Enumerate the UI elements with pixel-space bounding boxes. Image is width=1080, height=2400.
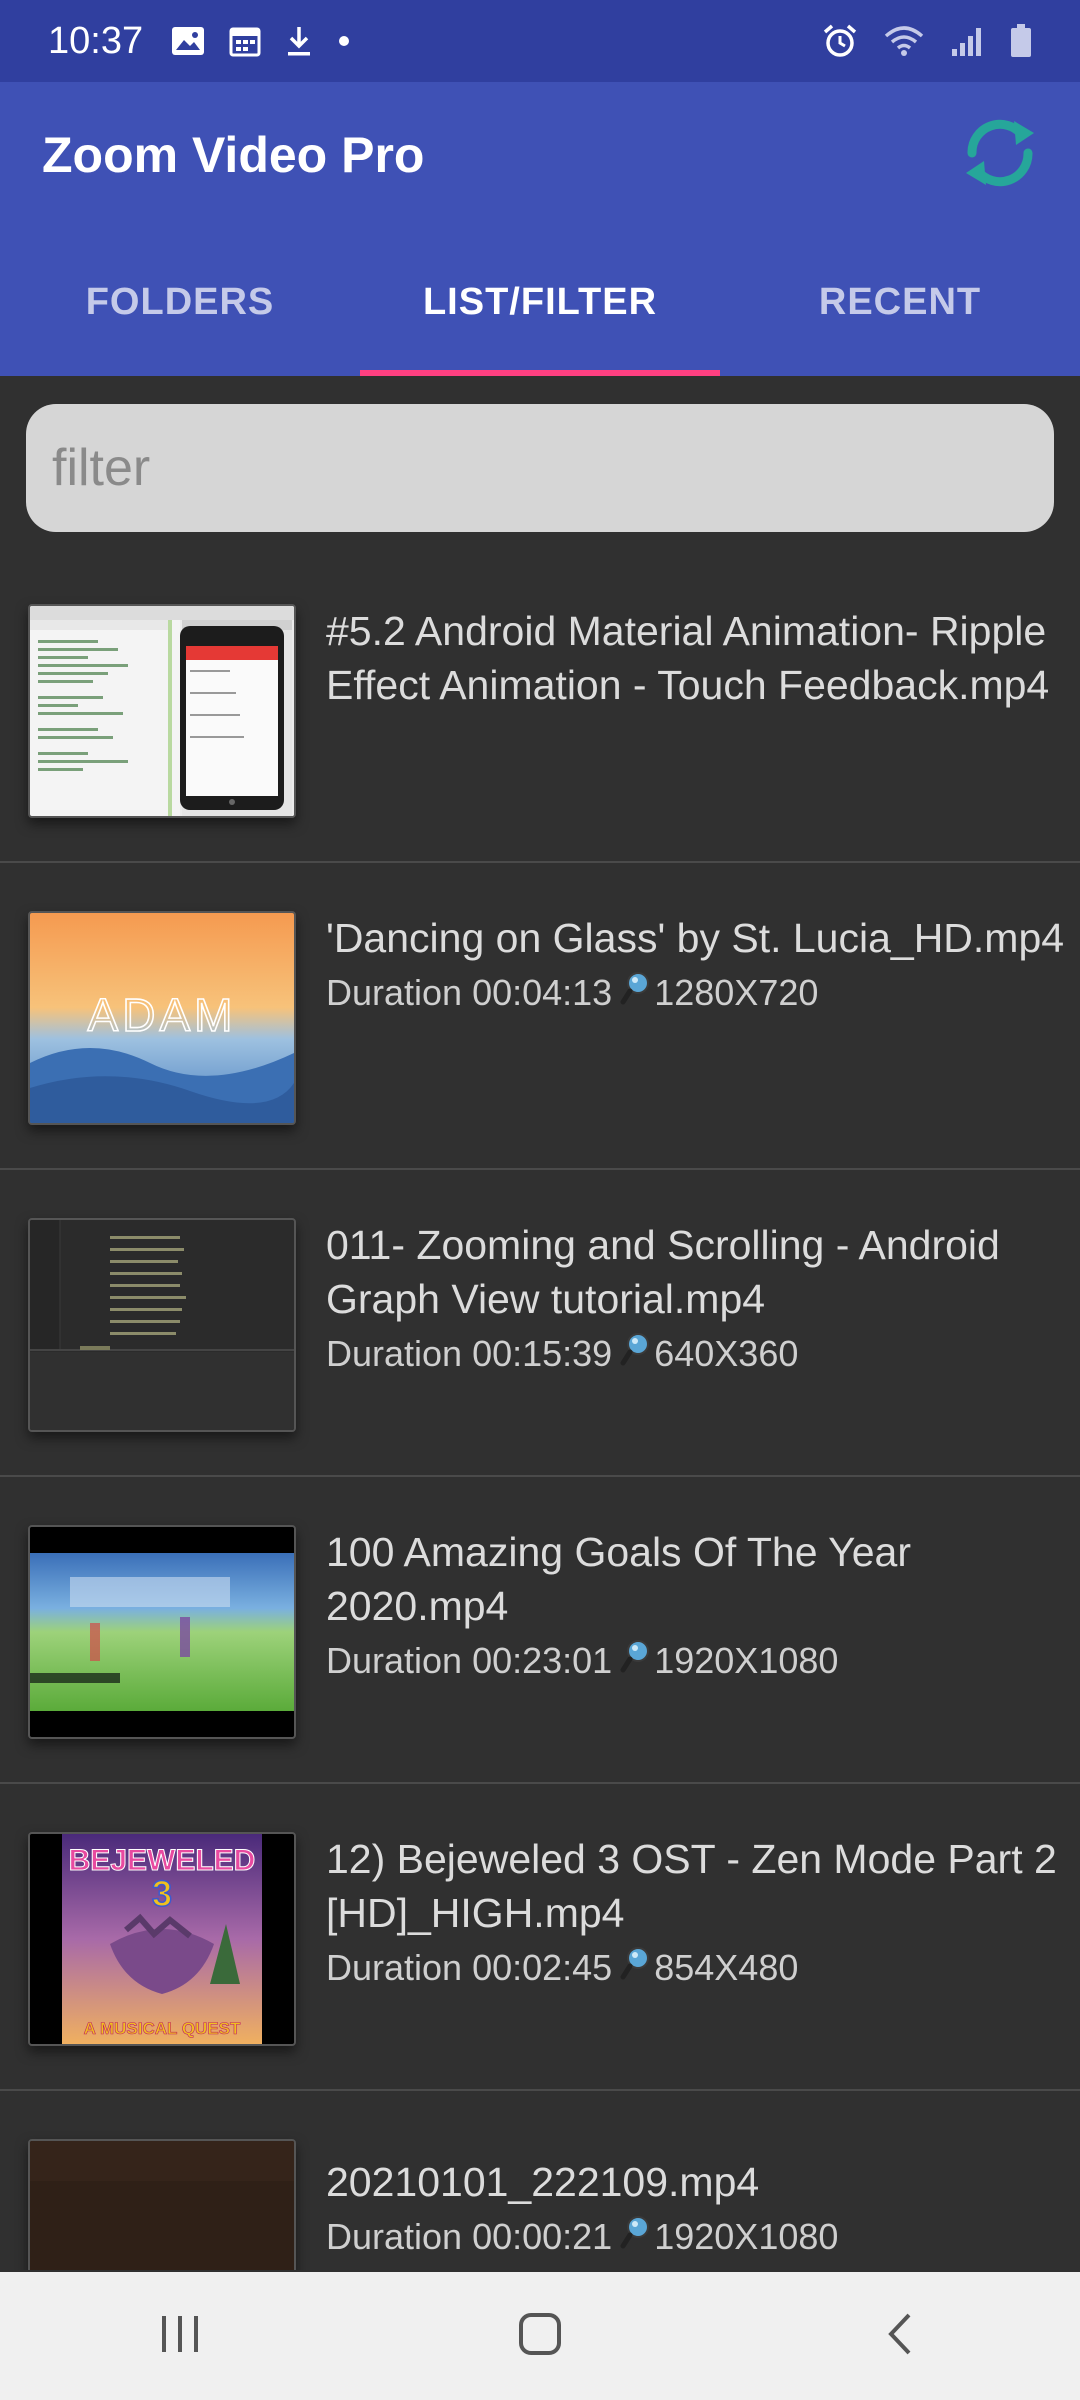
filter-container [26, 404, 1054, 532]
filter-input[interactable] [52, 438, 1028, 498]
video-meta: Duration 00:04:13 1280X720 [326, 965, 1080, 1021]
video-title: 'Dancing on Glass' by St. Lucia_HD.mp4 [326, 915, 1065, 961]
download-icon [285, 25, 313, 57]
magnifier-icon [620, 1940, 650, 1996]
video-meta: Duration 00:15:39 640X360 [326, 1326, 1080, 1382]
signal-icon [950, 25, 984, 57]
thumb-text: ADAM [88, 989, 237, 1041]
video-resolution: 1920X1080 [654, 1640, 839, 1681]
tab-recent[interactable]: RECENT [720, 228, 1080, 376]
svg-text:3: 3 [152, 1873, 172, 1914]
tab-bar: FOLDERS LIST/FILTER RECENT [0, 228, 1080, 376]
video-meta: Duration 00:23:01 1920X1080 [326, 1633, 1080, 1689]
sync-icon [958, 111, 1042, 200]
video-thumbnail: ADAM [28, 911, 296, 1125]
image-icon [171, 26, 205, 56]
recent-apps-button[interactable] [120, 2286, 240, 2386]
video-info: 011- Zooming and Scrolling - Android Gra… [326, 1218, 1080, 1382]
video-duration: Duration 00:02:45 [326, 1947, 613, 1988]
recent-apps-icon [158, 2314, 202, 2359]
magnifier-icon [620, 2209, 650, 2265]
magnifier-icon [620, 1326, 650, 1382]
video-duration: Duration 00:23:01 [326, 1640, 613, 1681]
tab-folders[interactable]: FOLDERS [0, 228, 360, 376]
video-title: 12) Bejeweled 3 OST - Zen Mode Part 2 [H… [326, 1836, 1057, 1936]
list-item[interactable]: ADAM 'Dancing on Glass' by St. Lucia_HD.… [0, 863, 1080, 1170]
video-title: #5.2 Android Material Animation- Ripple … [326, 608, 1050, 708]
video-list[interactable]: #5.2 Android Material Animation- Ripple … [0, 556, 1080, 2270]
video-thumbnail [28, 1218, 296, 1432]
app-bar: Zoom Video Pro [0, 82, 1080, 228]
video-resolution: 1920X1080 [654, 2216, 839, 2257]
home-icon [517, 2311, 563, 2362]
video-info: 100 Amazing Goals Of The Year 2020.mp4 D… [326, 1525, 1080, 1689]
list-item[interactable]: 100 Amazing Goals Of The Year 2020.mp4 D… [0, 1477, 1080, 1784]
tab-list-filter[interactable]: LIST/FILTER [360, 228, 720, 376]
video-duration: Duration 00:00:21 [326, 2216, 613, 2257]
status-time: 10:37 [48, 19, 144, 62]
video-title: 011- Zooming and Scrolling - Android Gra… [326, 1222, 1000, 1322]
video-thumbnail [28, 2139, 296, 2270]
video-resolution: 854X480 [654, 1947, 799, 1988]
magnifier-icon [620, 965, 650, 1021]
video-meta: Duration 00:00:21 1920X1080 [326, 2209, 1080, 2265]
sync-button[interactable] [954, 109, 1046, 201]
video-info: #5.2 Android Material Animation- Ripple … [326, 604, 1080, 712]
list-item[interactable]: 20210101_222109.mp4 Duration 00:00:21 19… [0, 2091, 1080, 2270]
video-thumbnail [28, 1525, 296, 1739]
alarm-icon [822, 23, 858, 59]
list-item[interactable]: BEJEWELED 3 A MUSICAL QUEST 12) Bejewele… [0, 1784, 1080, 2091]
back-icon [885, 2311, 915, 2362]
system-nav-bar [0, 2272, 1080, 2400]
status-bar: 10:37 [0, 0, 1080, 82]
wifi-icon [884, 25, 924, 57]
calendar-icon [229, 25, 261, 57]
video-title: 20210101_222109.mp4 [326, 2159, 760, 2205]
video-thumbnail: BEJEWELED 3 A MUSICAL QUEST [28, 1832, 296, 2046]
dot-icon [337, 34, 351, 48]
list-item[interactable]: #5.2 Android Material Animation- Ripple … [0, 556, 1080, 863]
video-meta: Duration 00:02:45 854X480 [326, 1940, 1080, 1996]
video-duration: Duration 00:15:39 [326, 1333, 613, 1374]
thumb-subtext: A MUSICAL QUEST [84, 2019, 241, 2038]
magnifier-icon [620, 1633, 650, 1689]
home-button[interactable] [480, 2286, 600, 2386]
video-thumbnail [28, 604, 296, 818]
video-info: 20210101_222109.mp4 Duration 00:00:21 19… [326, 2155, 1080, 2265]
video-info: 'Dancing on Glass' by St. Lucia_HD.mp4 D… [326, 911, 1080, 1021]
video-duration: Duration 00:04:13 [326, 972, 613, 1013]
back-button[interactable] [840, 2286, 960, 2386]
video-info: 12) Bejeweled 3 OST - Zen Mode Part 2 [H… [326, 1832, 1080, 1996]
video-resolution: 1280X720 [654, 972, 819, 1013]
app-title: Zoom Video Pro [42, 127, 425, 183]
video-resolution: 640X360 [654, 1333, 799, 1374]
video-title: 100 Amazing Goals Of The Year 2020.mp4 [326, 1529, 912, 1629]
list-item[interactable]: 011- Zooming and Scrolling - Android Gra… [0, 1170, 1080, 1477]
battery-icon [1010, 24, 1032, 58]
